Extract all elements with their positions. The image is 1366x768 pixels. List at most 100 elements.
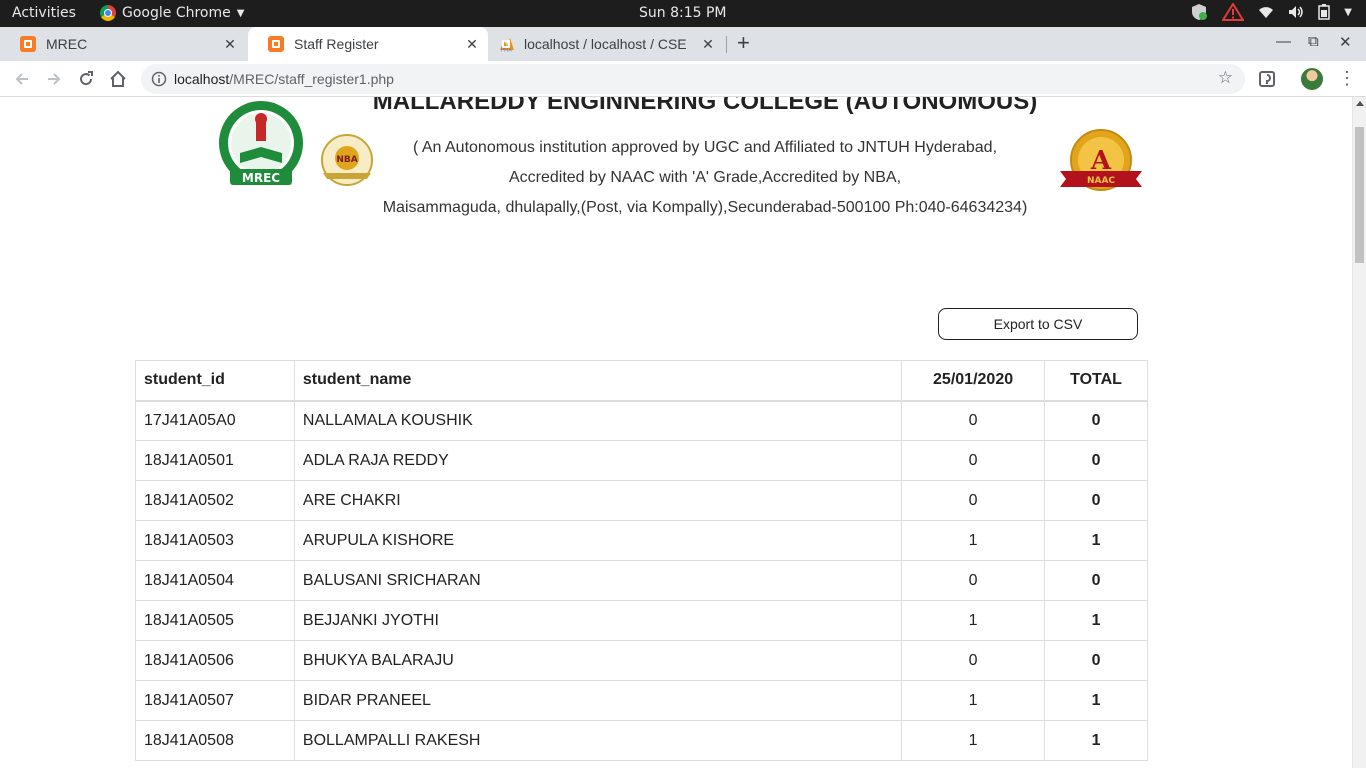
cell-student-name: NALLAMALA KOUSHIK [293,400,903,441]
cell-student-id: 17J41A05A0 [135,400,295,441]
cell-student-id: 18J41A0507 [135,680,295,721]
cell-student-id: 18J41A0501 [135,440,295,481]
app-menu[interactable]: Google Chrome ▼ [100,5,244,21]
shield-icon[interactable] [1190,3,1208,21]
close-window-icon[interactable]: ✕ [1339,33,1352,51]
app-name: Google Chrome [122,5,231,21]
caret-down-icon: ▼ [236,7,245,19]
cell-total: 0 [1044,440,1148,481]
college-subtitle-line-3: Maisammaguda, dhulapally,(Post, via Komp… [382,199,1028,216]
tab-staff-register[interactable]: Staff Register ✕ [248,27,488,61]
url-host: localhost [174,71,230,87]
cell-student-id: 18J41A0504 [135,560,295,601]
table-row: 18J41A0502 ARE CHAKRI 0 0 [135,480,1148,521]
system-tray[interactable]: ▼ [1190,3,1352,21]
cell-student-id: 18J41A0505 [135,600,295,641]
table-row: 18J41A0506 BHUKYA BALARAJU 0 0 [135,640,1148,681]
cell-student-name: BIDAR PRANEEL [293,680,903,721]
home-icon[interactable] [108,69,128,89]
site-info-icon[interactable] [151,71,167,87]
chrome-icon [100,5,116,21]
cell-student-id: 18J41A0506 [135,640,295,681]
tab-title: Staff Register [294,36,379,52]
close-tab-icon[interactable]: ✕ [462,36,482,53]
extension-icon[interactable] [1259,70,1275,88]
xampp-favicon-icon [20,36,36,52]
clock[interactable]: Sun 8:15 PM [639,5,727,21]
cell-student-id: 18J41A0503 [135,520,295,561]
address-bar[interactable]: localhost/MREC/staff_register1.php ☆ [141,64,1245,94]
tab-mrec[interactable]: MREC ✕ [0,27,246,61]
back-arrow-icon[interactable] [12,69,32,89]
scroll-up-arrow-icon[interactable] [1356,101,1364,106]
cell-date-attendance: 1 [901,600,1046,641]
cell-student-name: BOLLAMPALLI RAKESH [293,720,903,761]
cell-date-attendance: 0 [901,560,1046,601]
cell-total: 1 [1044,720,1148,761]
system-menu-caret-icon[interactable]: ▼ [1344,7,1352,18]
restore-window-icon[interactable]: ⧉ [1308,33,1319,50]
cell-date-attendance: 0 [901,440,1046,481]
cell-student-id: 18J41A0508 [135,720,295,761]
scrollbar-thumb[interactable] [1355,127,1364,263]
volume-icon[interactable] [1288,5,1304,19]
minimize-window-icon[interactable]: — [1276,33,1291,50]
cell-total: 1 [1044,600,1148,641]
column-header-student-name: student_name [293,360,903,402]
cell-student-id: 18J41A0502 [135,480,295,521]
cell-date-attendance: 1 [901,720,1046,761]
table-row: 18J41A0503 ARUPULA KISHORE 1 1 [135,520,1148,561]
table-row: 18J41A0505 BEJJANKI JYOTHI 1 1 [135,600,1148,641]
cell-date-attendance: 0 [901,400,1046,441]
page-viewport: MALLAREDDY ENGINNERING COLLEGE (AUTONOMO… [0,97,1352,768]
cell-date-attendance: 1 [901,520,1046,561]
tab-separator [726,36,727,53]
table-body: 17J41A05A0 NALLAMALA KOUSHIK 0 0 18J41A0501 A… [135,400,1148,761]
tab-strip: MREC ✕ Staff Register ✕ PMA localhost / … [0,27,1366,61]
battery-icon[interactable] [1318,4,1331,20]
cell-student-name: ADLA RAJA REDDY [293,440,903,481]
url-text[interactable]: localhost/MREC/staff_register1.php [174,71,394,87]
close-tab-icon[interactable]: ✕ [698,36,718,53]
cell-total: 0 [1044,400,1148,441]
warning-icon[interactable] [1222,3,1245,21]
table-row: 18J41A0501 ADLA RAJA REDDY 0 0 [135,440,1148,481]
svg-text:PMA: PMA [501,48,512,53]
cell-total: 1 [1044,680,1148,721]
college-subtitle-line-2: Accredited by NAAC with 'A' Grade,Accred… [508,169,902,186]
close-tab-icon[interactable]: ✕ [220,36,240,53]
profile-avatar[interactable] [1301,68,1323,90]
forward-arrow-icon[interactable] [44,69,64,89]
activities-button[interactable]: Activities [12,5,76,21]
xampp-favicon-icon [268,36,284,52]
page-scrollbar[interactable] [1352,97,1366,768]
reload-icon[interactable] [76,69,96,89]
staff-register-table: student_id student_name 25/01/2020 TOTAL… [135,360,1148,761]
browser-toolbar: localhost/MREC/staff_register1.php ☆ [0,61,1366,97]
tab-title: localhost / localhost / CSE [524,36,687,52]
cell-date-attendance: 0 [901,640,1046,681]
url-path: /MREC/staff_register1.php [229,71,394,87]
college-subtitle-line-1: ( An Autonomous institution approved by … [412,139,998,156]
export-to-csv-button[interactable]: Export to CSV [938,308,1138,340]
cell-date-attendance: 1 [901,680,1046,721]
cell-student-name: BEJJANKI JYOTHI [293,600,903,641]
cell-total: 0 [1044,480,1148,521]
phpmyadmin-favicon-icon: PMA [498,36,514,54]
system-top-bar: Activities Google Chrome ▼ Sun 8:15 PM ▼ [0,0,1366,27]
table-row: 18J41A0507 BIDAR PRANEEL 1 1 [135,680,1148,721]
table-row: 18J41A0508 BOLLAMPALLI RAKESH 1 1 [135,720,1148,761]
cell-total: 0 [1044,560,1148,601]
column-header-total: TOTAL [1044,360,1148,402]
new-tab-button[interactable]: + [737,32,750,54]
cell-total: 0 [1044,640,1148,681]
cell-student-name: BHUKYA BALARAJU [293,640,903,681]
cell-date-attendance: 0 [901,480,1046,521]
college-title: MALLAREDDY ENGINNERING COLLEGE (AUTONOMO… [372,97,1038,115]
wifi-icon[interactable] [1258,5,1274,19]
cell-student-name: ARE CHAKRI [293,480,903,521]
table-row: 18J41A0504 BALUSANI SRICHARAN 0 0 [135,560,1148,601]
tab-phpmyadmin[interactable]: PMA localhost / localhost / CSE ✕ [490,27,726,61]
bookmark-star-icon[interactable]: ☆ [1218,68,1233,88]
chrome-menu-icon[interactable]: ⋮ [1338,69,1356,87]
